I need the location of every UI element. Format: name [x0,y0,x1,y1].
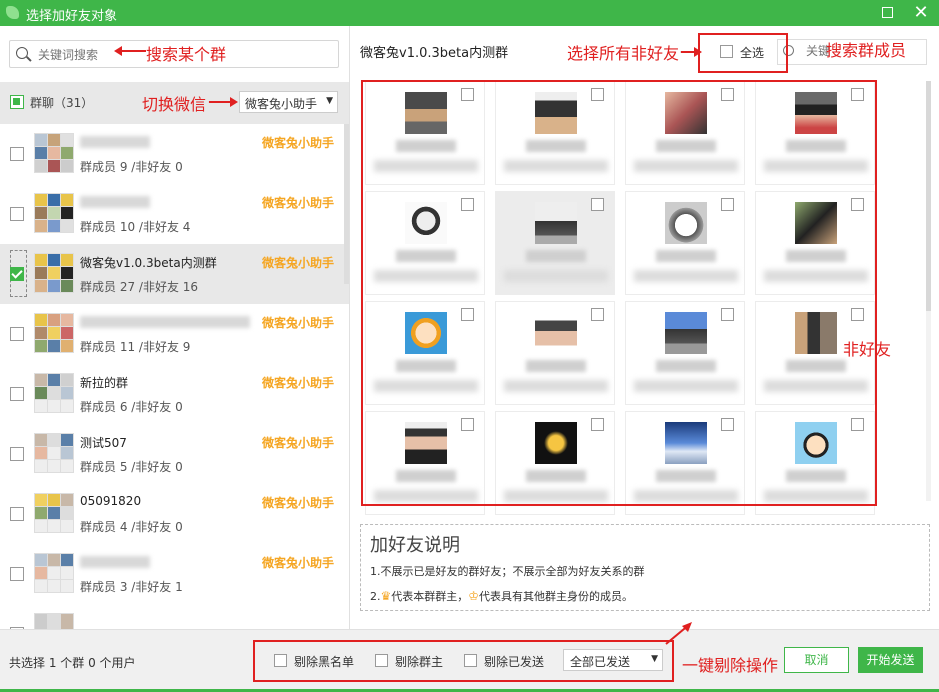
maximize-button[interactable] [877,3,897,23]
group-panel: 群聊（31） 微客兔小助手 ▼ 群成员 9 /非好友 0 微客兔小助手 群成员 … [0,26,349,629]
group-checkbox[interactable] [10,387,24,401]
line2-prefix: 2. [370,590,381,603]
group-name: 05091820 [80,494,142,508]
group-checkbox[interactable] [10,267,24,281]
group-name [80,556,150,568]
group-avatar [34,133,74,173]
group-owner-label: 微客兔小助手 [262,316,335,330]
group-owner-label: 微客兔小助手 [262,496,335,510]
group-avatar [34,493,74,533]
group-avatar [34,433,74,473]
group-owner-label: 微客兔小助手 [262,256,335,270]
group-avatar [34,613,74,629]
group-owner-label: 微客兔小助手 [262,436,335,450]
annotation-arrow [680,47,702,57]
annotation-box-members [361,80,877,506]
current-group-title: 微客兔v1.0.3beta内测群 [360,46,509,61]
search-icon [16,47,28,59]
group-name: 微客兔v1.0.3beta内测群 [80,256,217,270]
line2-suffix: 代表具有其他群主身份的成员。 [479,590,634,603]
group-avatar [34,253,74,293]
group-checkbox[interactable] [10,447,24,461]
group-owner-label: 微客兔小助手 [262,376,335,390]
group-avatar [34,373,74,413]
app-logo-icon [6,6,19,19]
group-name: 新拉的群 [80,376,129,390]
select-all-groups-checkbox[interactable] [10,95,24,109]
group-member-count: 群成员 11 /非好友 9 [80,340,191,354]
group-member-count: 群成员 9 /非好友 0 [80,160,183,174]
annotation-arrow [665,622,692,645]
group-owner-label: 微客兔小助手 [262,196,335,210]
group-member-count: 群成员 3 /非好友 1 [80,580,183,594]
group-name [80,196,150,208]
group-member-count: 群成员 27 /非好友 16 [80,280,199,294]
annotation-box-remove-options [253,640,674,682]
group-item[interactable]: 05091820 群成员 4 /非好友 0 微客兔小助手 [0,484,349,544]
group-member-count: 群成员 6 /非好友 0 [80,400,183,414]
selection-info: 共选择 1 个群 0 个用户 [9,656,136,670]
group-member-count: 群成员 10 /非好友 4 [80,220,191,234]
annotation-search-group: 搜索某个群 [146,45,227,64]
other-owner-crown-icon: ♔ [468,589,480,603]
cancel-button[interactable]: 取消 [784,647,849,673]
group-avatar [34,193,74,233]
group-checkbox[interactable] [10,207,24,221]
scrollbar-thumb[interactable] [926,81,931,311]
annotation-box-select-all [698,33,788,73]
annotation-one-click-remove: 一键剔除操作 [682,656,779,675]
window-title: 选择加好友对象 [26,9,118,24]
member-grid-scrollbar[interactable] [926,81,931,501]
add-friend-instructions: 加好友说明 1.不展示已是好友的群好友；不展示全部为好友关系的群 2.♛代表本群… [360,524,930,611]
group-item[interactable]: 群成员 3 /非好友 1 微客兔小助手 [0,544,349,604]
group-list: 群成员 9 /非好友 0 微客兔小助手 群成员 10 /非好友 4 微客兔小助手… [0,124,349,629]
group-avatar [34,553,74,593]
group-avatar [34,313,74,353]
owner-crown-icon: ♛ [380,589,392,603]
group-item[interactable]: 群成员 9 /非好友 0 微客兔小助手 [0,124,349,184]
group-checkbox[interactable] [10,507,24,521]
title-bar: 选择加好友对象 ✕ [0,0,939,26]
group-member-count: 群成员 4 /非好友 0 [80,520,183,534]
annotation-arrow [208,97,238,107]
annotation-arrow [114,46,146,56]
group-name: 测试507 [80,436,127,450]
instructions-heading: 加好友说明 [370,535,460,556]
group-item[interactable]: 微客兔v1.0.3beta内测群 群成员 27 /非好友 16 微客兔小助手 [0,244,349,304]
group-owner-label: 微客兔小助手 [262,556,335,570]
annotation-search-member: 搜索群成员 [826,41,907,60]
annotation-switch-wechat: 切换微信 [142,95,207,114]
annotation-non-friend: 非好友 [843,340,892,359]
instructions-line-1: 1.不展示已是好友的群好友；不展示全部为好友关系的群 [370,565,645,578]
group-item-partial[interactable] [0,604,349,629]
group-checkbox[interactable] [10,567,24,581]
group-name [80,316,250,328]
group-item[interactable]: 新拉的群 群成员 6 /非好友 0 微客兔小助手 [0,364,349,424]
chevron-down-icon: ▼ [326,96,333,106]
start-send-button[interactable]: 开始发送 [858,647,923,673]
close-button[interactable]: ✕ [911,3,931,23]
group-item[interactable]: 群成员 10 /非好友 4 微客兔小助手 [0,184,349,244]
instructions-line-2: 2.♛代表本群群主，♔代表具有其他群主身份的成员。 [370,588,633,604]
group-checkbox[interactable] [10,147,24,161]
maximize-icon [881,6,893,18]
account-select[interactable]: 微客兔小助手 ▼ [239,91,338,113]
account-select-value: 微客兔小助手 [245,97,318,111]
annotation-select-all-nonfriend: 选择所有非好友 [567,44,680,63]
group-item[interactable]: 群成员 11 /非好友 9 微客兔小助手 [0,304,349,364]
group-owner-label: 微客兔小助手 [262,136,335,150]
group-count-label: 群聊（31） [30,96,94,110]
line2-middle: 代表本群群主， [391,590,469,603]
group-name [80,136,150,148]
group-checkbox[interactable] [10,327,24,341]
group-item[interactable]: 测试507 群成员 5 /非好友 0 微客兔小助手 [0,424,349,484]
group-member-count: 群成员 5 /非好友 0 [80,460,183,474]
